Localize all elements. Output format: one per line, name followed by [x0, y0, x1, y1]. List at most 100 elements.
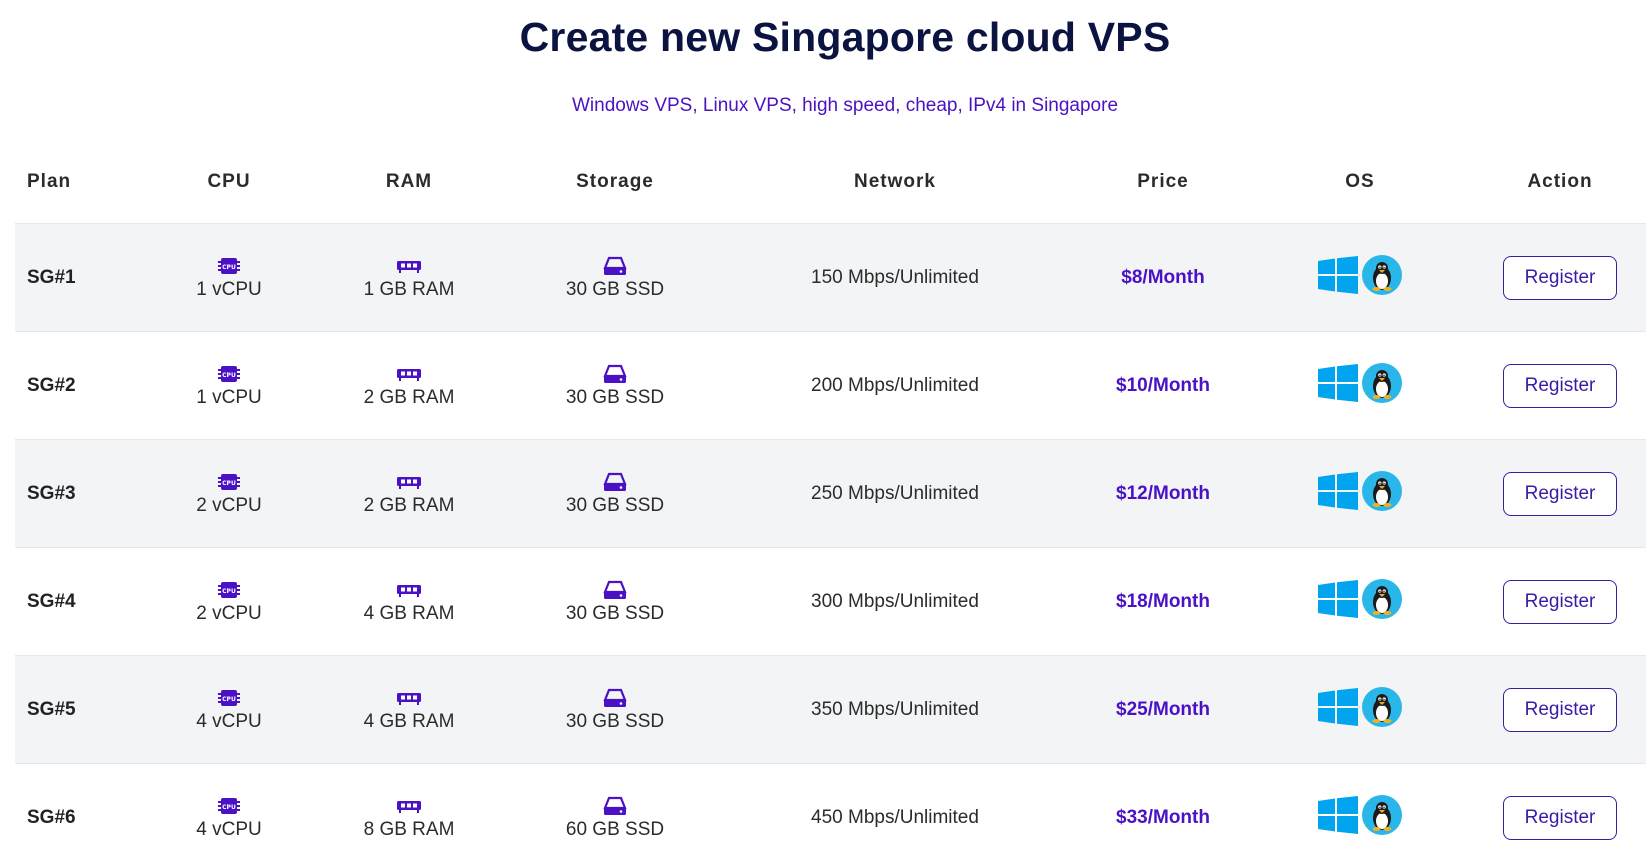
windows-icon[interactable]	[1318, 256, 1358, 300]
cpu-icon-text: CPU	[222, 372, 236, 379]
plan-label: SG#3	[27, 483, 76, 504]
network-cell: 350 Mbps/Unlimited	[745, 656, 1045, 764]
windows-icon[interactable]	[1318, 580, 1358, 624]
os-cell	[1260, 224, 1460, 332]
os-cell	[1260, 656, 1460, 764]
column-header-network: Network	[854, 171, 936, 192]
table-row: SG#4 CPU 2 vCPU 4 GB RAM 30 GB SSD 300 Mbps/U…	[15, 547, 1646, 655]
register-button[interactable]: Register	[1503, 688, 1617, 732]
network-value: 250 Mbps/Unlimited	[811, 483, 979, 504]
page-subtitle: Windows VPS, Linux VPS, high speed, chea…	[571, 95, 1119, 116]
storage-cell: 30 GB SSD	[525, 224, 705, 332]
linux-icon[interactable]	[1362, 795, 1402, 841]
storage-value: 30 GB SSD	[565, 278, 665, 300]
storage-icon	[603, 688, 627, 708]
table-row: SG#5 CPU 4 vCPU 4 GB RAM 30 GB SSD 350 Mbps/U…	[15, 655, 1646, 763]
ram-cell: 4 GB RAM	[319, 548, 499, 656]
register-button[interactable]: Register	[1503, 364, 1617, 408]
linux-icon[interactable]	[1362, 687, 1402, 733]
cpu-icon: CPU	[218, 364, 240, 384]
ram-value: 4 GB RAM	[363, 710, 455, 732]
cpu-value: 2 vCPU	[196, 602, 262, 624]
ram-icon	[397, 256, 421, 276]
plan-label: SG#2	[27, 375, 76, 396]
plan-name: SG#1	[27, 224, 127, 332]
cpu-cell: CPU 2 vCPU	[139, 548, 319, 656]
cpu-cell: CPU 4 vCPU	[139, 656, 319, 764]
storage-value: 60 GB SSD	[565, 818, 665, 840]
cpu-icon-text: CPU	[222, 264, 236, 271]
network-value: 350 Mbps/Unlimited	[811, 699, 979, 720]
network-cell: 250 Mbps/Unlimited	[745, 440, 1045, 548]
column-header-cpu: CPU	[207, 171, 251, 192]
table-row: SG#6 CPU 4 vCPU 8 GB RAM 60 GB SSD 450 Mbps/U…	[15, 763, 1646, 862]
cpu-cell: CPU 4 vCPU	[139, 764, 319, 862]
column-header-ram: RAM	[385, 171, 433, 192]
plan-label: SG#5	[27, 699, 76, 720]
register-button[interactable]: Register	[1503, 256, 1617, 300]
cpu-icon-text: CPU	[222, 480, 236, 487]
plan-label: SG#4	[27, 591, 76, 612]
os-cell	[1260, 764, 1460, 862]
linux-icon[interactable]	[1362, 363, 1402, 409]
ram-icon	[397, 796, 421, 816]
storage-value: 30 GB SSD	[565, 494, 665, 516]
ram-value: 2 GB RAM	[363, 494, 455, 516]
column-header-storage: Storage	[576, 171, 654, 192]
storage-icon	[603, 472, 627, 492]
windows-icon[interactable]	[1318, 472, 1358, 516]
vps-pricing-page: Create new Singapore cloud VPS Windows V…	[0, 0, 1646, 862]
ram-value: 8 GB RAM	[363, 818, 455, 840]
cpu-icon-text: CPU	[222, 804, 236, 811]
column-header-price: Price	[1137, 171, 1189, 192]
price-value: $25/Month	[1116, 699, 1210, 720]
cpu-value: 4 vCPU	[196, 818, 262, 840]
price-cell: $25/Month	[1063, 656, 1263, 764]
cpu-icon: CPU	[218, 688, 240, 708]
plan-name: SG#2	[27, 332, 127, 440]
plan-name: SG#4	[27, 548, 127, 656]
cpu-icon: CPU	[218, 796, 240, 816]
storage-value: 30 GB SSD	[565, 710, 665, 732]
ram-icon	[397, 580, 421, 600]
storage-cell: 30 GB SSD	[525, 548, 705, 656]
register-button[interactable]: Register	[1503, 580, 1617, 624]
action-cell: Register	[1460, 440, 1646, 548]
linux-icon[interactable]	[1362, 579, 1402, 625]
plan-label: SG#6	[27, 807, 76, 828]
ram-icon	[397, 688, 421, 708]
cpu-icon-text: CPU	[222, 696, 236, 703]
windows-icon[interactable]	[1318, 688, 1358, 732]
price-value: $18/Month	[1116, 591, 1210, 612]
cpu-cell: CPU 1 vCPU	[139, 332, 319, 440]
register-button[interactable]: Register	[1503, 796, 1617, 840]
table-row: SG#2 CPU 1 vCPU 2 GB RAM 30 GB SSD 200 Mbps/U…	[15, 331, 1646, 439]
ram-cell: 2 GB RAM	[319, 440, 499, 548]
linux-icon[interactable]	[1362, 471, 1402, 517]
register-button[interactable]: Register	[1503, 472, 1617, 516]
windows-icon[interactable]	[1318, 796, 1358, 840]
action-cell: Register	[1460, 224, 1646, 332]
price-value: $10/Month	[1116, 375, 1210, 396]
storage-cell: 60 GB SSD	[525, 764, 705, 862]
price-cell: $8/Month	[1063, 224, 1263, 332]
action-cell: Register	[1460, 656, 1646, 764]
ram-icon	[397, 472, 421, 492]
storage-cell: 30 GB SSD	[525, 332, 705, 440]
ram-cell: 2 GB RAM	[319, 332, 499, 440]
network-cell: 150 Mbps/Unlimited	[745, 224, 1045, 332]
network-value: 450 Mbps/Unlimited	[811, 807, 979, 828]
table-row: SG#3 CPU 2 vCPU 2 GB RAM 30 GB SSD 250 Mbps/U…	[15, 439, 1646, 547]
storage-value: 30 GB SSD	[565, 602, 665, 624]
storage-icon	[603, 580, 627, 600]
windows-icon[interactable]	[1318, 364, 1358, 408]
network-value: 150 Mbps/Unlimited	[811, 267, 979, 288]
ram-icon	[397, 364, 421, 384]
cpu-icon-text: CPU	[222, 588, 236, 595]
action-cell: Register	[1460, 764, 1646, 862]
action-cell: Register	[1460, 548, 1646, 656]
linux-icon[interactable]	[1362, 255, 1402, 301]
ram-cell: 8 GB RAM	[319, 764, 499, 862]
plan-name: SG#5	[27, 656, 127, 764]
ram-cell: 1 GB RAM	[319, 224, 499, 332]
